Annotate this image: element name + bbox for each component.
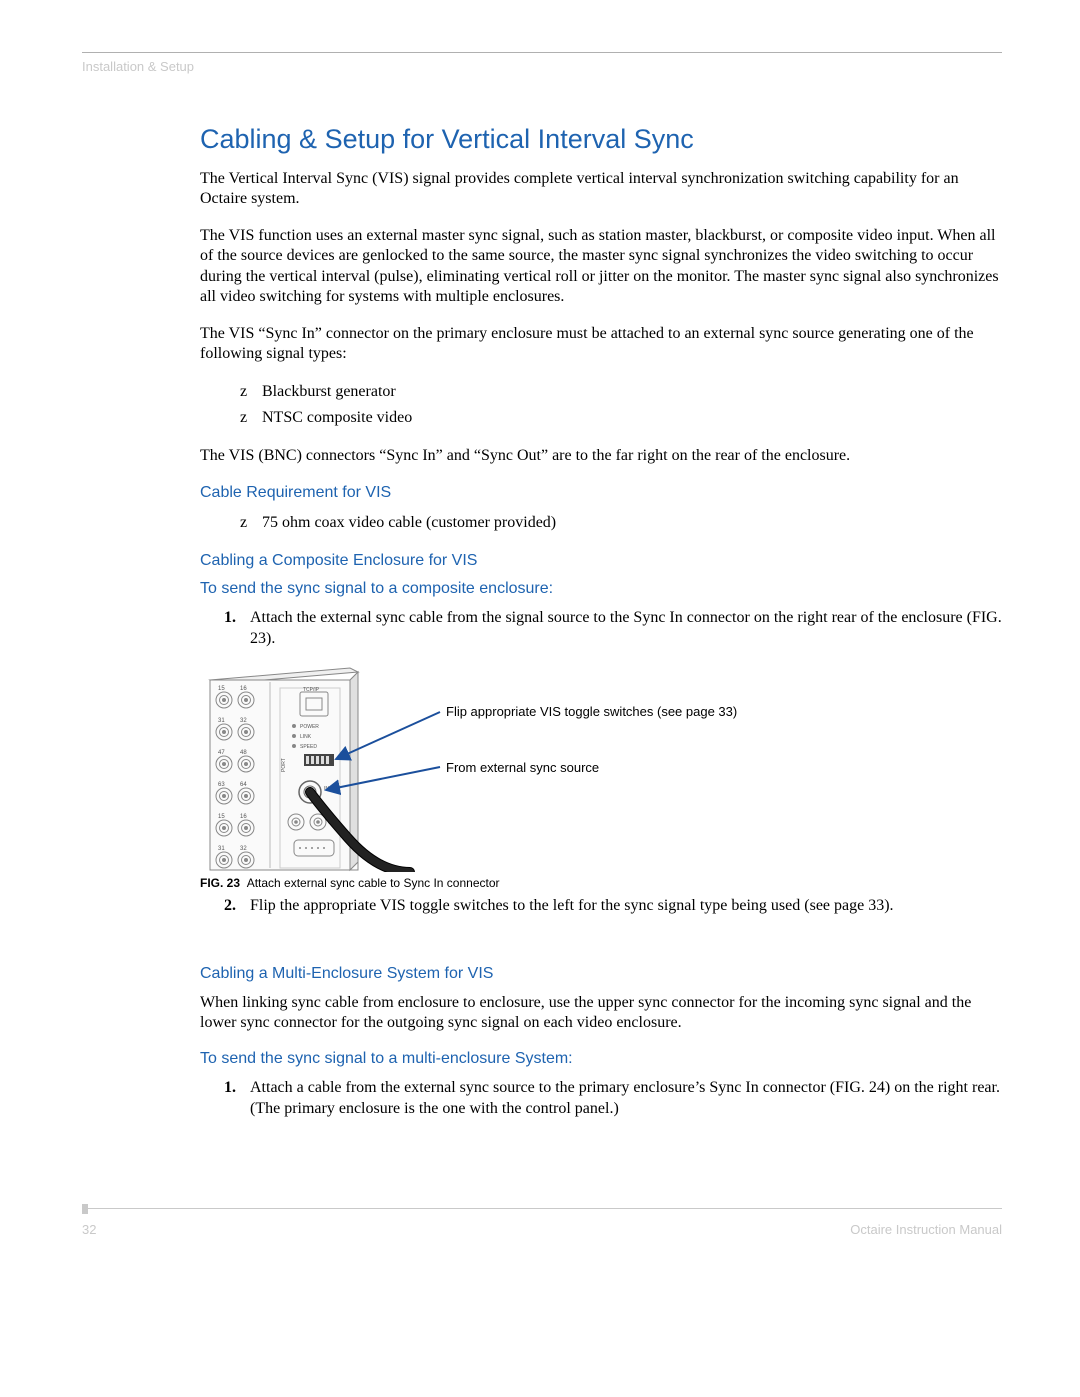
svg-text:From external sync source: From external sync source	[446, 760, 599, 775]
svg-text:15: 15	[218, 814, 225, 820]
step-text: Attach the external sync cable from the …	[250, 608, 1002, 650]
list-text: Blackburst generator	[262, 381, 396, 403]
svg-text:32: 32	[240, 846, 247, 852]
svg-text:31: 31	[218, 718, 225, 724]
figure-caption: FIG. 23 Attach external sync cable to Sy…	[200, 876, 1002, 890]
list-item: z 75 ohm coax video cable (customer prov…	[240, 512, 1002, 534]
svg-text:15: 15	[218, 686, 225, 692]
svg-text:31: 31	[218, 846, 225, 852]
svg-text:32: 32	[240, 718, 247, 724]
step-text: Flip the appropriate VIS toggle switches…	[250, 896, 894, 917]
bullet: z	[240, 381, 262, 403]
step-number: 1.	[224, 1078, 250, 1120]
footer: 32 Octaire Instruction Manual	[82, 1186, 1002, 1237]
svg-text:SPEED: SPEED	[300, 744, 317, 750]
svg-text:64: 64	[240, 782, 247, 788]
paragraph-bnc: The VIS (BNC) connectors “Sync In” and “…	[200, 446, 1002, 466]
breadcrumb: Installation & Setup	[82, 59, 1002, 74]
svg-text:63: 63	[218, 782, 225, 788]
svg-text:PORT: PORT	[281, 758, 287, 772]
list-item: z Blackburst generator	[240, 381, 1002, 403]
figure-label: FIG. 23	[200, 876, 240, 890]
list-text: NTSC composite video	[262, 407, 412, 429]
bullet: z	[240, 512, 262, 534]
heading-multi: Cabling a Multi-Enclosure System for VIS	[200, 965, 1002, 983]
step-row: 1. Attach a cable from the external sync…	[224, 1078, 1002, 1120]
svg-text:16: 16	[240, 686, 247, 692]
figure-23: 15 16 31 32 47	[200, 662, 1002, 890]
svg-text:47: 47	[218, 750, 225, 756]
figure-caption-text: Attach external sync cable to Sync In co…	[247, 876, 500, 890]
multi-steps: 1. Attach a cable from the external sync…	[224, 1078, 1002, 1120]
paragraph-multi: When linking sync cable from enclosure t…	[200, 993, 1002, 1034]
document-title: Octaire Instruction Manual	[850, 1222, 1002, 1237]
heading-composite-task: To send the sync signal to a composite e…	[200, 580, 1002, 598]
step-row: 1. Attach the external sync cable from t…	[224, 608, 1002, 650]
step-number: 2.	[224, 896, 250, 917]
paragraph-sync-in: The VIS “Sync In” connector on the prima…	[200, 324, 1002, 365]
svg-text:POWER: POWER	[300, 724, 319, 730]
cable-req-list: z 75 ohm coax video cable (customer prov…	[240, 512, 1002, 534]
list-item: z NTSC composite video	[240, 407, 1002, 429]
page-number: 32	[82, 1222, 96, 1237]
page-title: Cabling & Setup for Vertical Interval Sy…	[200, 124, 1002, 155]
composite-step-2: 2. Flip the appropriate VIS toggle switc…	[224, 896, 1002, 917]
svg-text:Flip appropriate VIS toggle sw: Flip appropriate VIS toggle switches (se…	[446, 704, 737, 719]
heading-cable-requirement: Cable Requirement for VIS	[200, 484, 1002, 502]
enclosure-diagram: 15 16 31 32 47	[200, 662, 840, 872]
bullet: z	[240, 407, 262, 429]
heading-multi-task: To send the sync signal to a multi-enclo…	[200, 1050, 1002, 1068]
heading-composite: Cabling a Composite Enclosure for VIS	[200, 552, 1002, 570]
composite-steps: 1. Attach the external sync cable from t…	[224, 608, 1002, 650]
step-text: Attach a cable from the external sync so…	[250, 1078, 1002, 1120]
paragraph-intro-2: The VIS function uses an external master…	[200, 226, 1002, 308]
svg-text:48: 48	[240, 750, 247, 756]
list-text: 75 ohm coax video cable (customer provid…	[262, 512, 556, 534]
svg-text:16: 16	[240, 814, 247, 820]
step-number: 1.	[224, 608, 250, 650]
paragraph-intro-1: The Vertical Interval Sync (VIS) signal …	[200, 169, 1002, 210]
step-row: 2. Flip the appropriate VIS toggle switc…	[224, 896, 1002, 917]
signal-types-list: z Blackburst generator z NTSC composite …	[240, 381, 1002, 430]
svg-text:LINK: LINK	[300, 734, 312, 740]
